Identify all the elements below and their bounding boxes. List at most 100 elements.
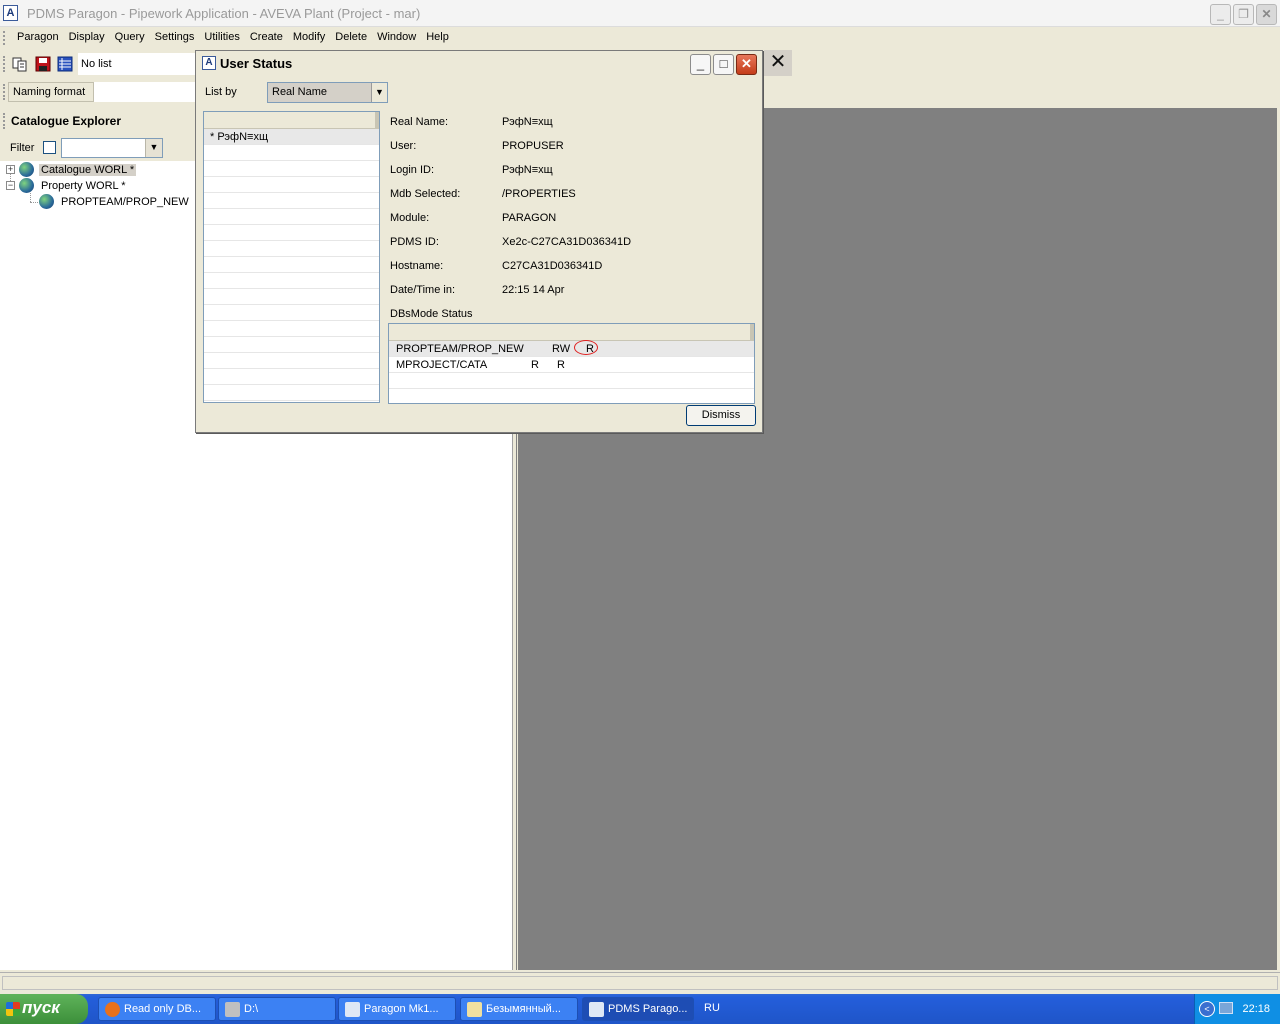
tree-item-label[interactable]: Property WORL * <box>39 180 128 192</box>
toolbar-grip[interactable] <box>3 31 6 45</box>
taskbar-item-paint[interactable]: Безымянный... <box>460 997 578 1021</box>
list-item[interactable]: * РэфN≡хщ <box>204 129 379 145</box>
menu-item-modify[interactable]: Modify <box>288 31 330 43</box>
filter-bar: Filter ▼ <box>0 135 197 161</box>
list-selector[interactable]: No list <box>78 53 196 75</box>
menu-item-delete[interactable]: Delete <box>330 31 372 43</box>
filter-combo[interactable]: ▼ <box>61 138 163 158</box>
console-icon <box>345 1002 360 1017</box>
language-indicator[interactable]: RU <box>704 1002 720 1014</box>
chevron-left-icon[interactable]: < <box>1199 1001 1215 1017</box>
aveva-icon <box>589 1002 604 1017</box>
list-item <box>204 241 379 257</box>
menu-item-utilities[interactable]: Utilities <box>199 31 244 43</box>
menu-item-create[interactable]: Create <box>245 31 288 43</box>
datetime-in-value: 22:15 14 Apr <box>502 284 565 296</box>
list-item <box>204 257 379 273</box>
start-label: пуск <box>22 998 60 1017</box>
toolbar-grip[interactable] <box>3 113 6 129</box>
naming-toolbar: Naming format <box>0 78 196 106</box>
toolbar-grip[interactable] <box>3 56 6 72</box>
save-icon[interactable] <box>35 56 51 72</box>
menu-item-help[interactable]: Help <box>421 31 454 43</box>
pdms-id-label: PDMS ID: <box>390 236 439 248</box>
db-mode-cell: R <box>531 359 539 371</box>
start-button[interactable]: пуск <box>0 994 88 1024</box>
menu-bar: Paragon Display Query Settings Utilities Crea… <box>0 27 1280 49</box>
tree-connector <box>30 193 31 202</box>
list-item <box>204 289 379 305</box>
dialog-maximize-button[interactable]: □ <box>713 54 734 75</box>
menu-item-settings[interactable]: Settings <box>150 31 200 43</box>
user-label: User: <box>390 140 417 152</box>
list-by-label: List by <box>205 86 237 98</box>
dismiss-button[interactable]: Dismiss <box>686 405 756 426</box>
list-item <box>204 145 379 161</box>
close-view-icon[interactable]: ✕ <box>764 50 792 76</box>
chevron-down-icon[interactable]: ▼ <box>145 139 162 157</box>
login-id-label: Login ID: <box>390 164 435 176</box>
firefox-icon <box>105 1002 120 1017</box>
taskbar-item-firefox[interactable]: Read only DB... <box>98 997 216 1021</box>
dbs-mode-table[interactable]: PROPTEAM/PROP_NEW RW R MPROJECT/CATA R R <box>388 323 755 404</box>
hostname-value: C27CA31D036341D <box>502 260 603 272</box>
tree-item-propteam[interactable]: PROPTEAM/PROP_NEW <box>39 194 191 209</box>
table-row[interactable]: MPROJECT/CATA R R <box>389 357 754 373</box>
menu-item-query[interactable]: Query <box>110 31 150 43</box>
list-table-icon[interactable] <box>57 56 73 72</box>
tree-item-catalogue[interactable]: + Catalogue WORL * <box>6 162 137 177</box>
user-list-header <box>204 112 379 129</box>
list-by-select[interactable]: Real Name ▼ <box>267 82 388 103</box>
mdb-selected-label: Mdb Selected: <box>390 188 461 200</box>
pdms-id-value: Xe2c-C27CA31D036341D <box>502 236 632 248</box>
table-row[interactable]: PROPTEAM/PROP_NEW RW R <box>389 340 754 357</box>
menu-items: Paragon Display Query Settings Utilities Crea… <box>12 31 454 43</box>
collapse-icon[interactable]: − <box>6 181 15 190</box>
list-item <box>204 193 379 209</box>
list-item <box>204 353 379 369</box>
expand-icon[interactable]: + <box>6 165 15 174</box>
hostname-label: Hostname: <box>390 260 444 272</box>
toolbar-grip[interactable] <box>3 84 6 100</box>
dialog-title-bar[interactable]: A User Status _ □ ✕ <box>196 51 762 75</box>
tree-item-property[interactable]: − Property WORL * <box>6 178 128 193</box>
restore-button[interactable]: ❐ <box>1233 4 1254 25</box>
task-label: PDMS Parago... <box>608 1003 688 1015</box>
dialog-close-button[interactable]: ✕ <box>736 54 757 75</box>
list-item <box>204 385 379 401</box>
list-item <box>204 321 379 337</box>
taskbar-item-console[interactable]: Paragon Mk1... <box>338 997 456 1021</box>
minimize-button[interactable]: _ <box>1210 4 1231 25</box>
drive-icon <box>225 1002 240 1017</box>
list-item <box>204 177 379 193</box>
naming-format-field[interactable] <box>94 82 196 102</box>
user-value: PROPUSER <box>502 140 564 152</box>
taskbar-item-pdms[interactable]: PDMS Parago... <box>582 997 694 1021</box>
aveva-app-icon[interactable]: A <box>3 5 18 21</box>
module-label: Module: <box>390 212 430 224</box>
user-list[interactable]: * РэфN≡хщ <box>203 111 380 403</box>
close-button[interactable]: ✕ <box>1256 4 1277 25</box>
dialog-minimize-button[interactable]: _ <box>690 54 711 75</box>
copy-list-icon[interactable] <box>12 56 28 72</box>
dbs-table-header <box>389 324 754 341</box>
menu-item-display[interactable]: Display <box>64 31 110 43</box>
mdb-selected-value: /PROPERTIES <box>502 188 576 200</box>
real-name-value: РэфN≡хщ <box>502 116 553 128</box>
clock[interactable]: 22:18 <box>1242 1003 1270 1015</box>
naming-format-label: Naming format <box>8 82 94 102</box>
task-label: Paragon Mk1... <box>364 1003 439 1015</box>
main-title-bar: A PDMS Paragon - Pipework Application - … <box>0 0 1280 27</box>
filter-label: Filter <box>10 142 35 154</box>
filter-checkbox[interactable] <box>43 141 56 154</box>
chevron-down-icon[interactable]: ▼ <box>371 83 387 102</box>
tree-item-label[interactable]: PROPTEAM/PROP_NEW <box>59 196 191 208</box>
tree-item-label[interactable]: Catalogue WORL * <box>39 163 137 176</box>
list-item <box>204 369 379 385</box>
network-icon[interactable] <box>1219 1002 1233 1014</box>
status-bar <box>0 972 1280 992</box>
dialog-title: User Status <box>220 56 293 71</box>
menu-item-window[interactable]: Window <box>372 31 421 43</box>
menu-item-paragon[interactable]: Paragon <box>12 31 64 43</box>
taskbar-item-drive[interactable]: D:\ <box>218 997 336 1021</box>
